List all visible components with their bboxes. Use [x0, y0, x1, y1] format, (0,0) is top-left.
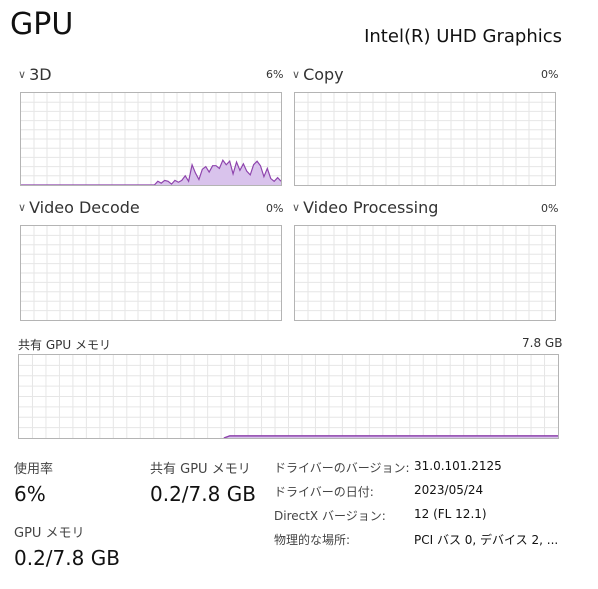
utilization-label: 使用率	[14, 462, 54, 477]
physical-location-label: 物理的な場所:	[274, 533, 351, 547]
gpu-memory-label: GPU メモリ	[14, 526, 85, 541]
shared-memory-graph	[18, 354, 559, 439]
engine-3d-percent: 6%	[266, 68, 284, 81]
engine-video-decode-graph	[20, 225, 282, 321]
chevron-down-icon: ∨	[292, 201, 301, 214]
shared-memory-label: 共有 GPU メモリ	[150, 462, 251, 477]
engine-video-decode-selector[interactable]: ∨ Video Decode	[18, 198, 140, 217]
engine-copy-label: Copy	[303, 65, 344, 84]
engine-video-decode-label: Video Decode	[29, 198, 140, 217]
chevron-down-icon: ∨	[18, 201, 27, 214]
engine-3d-graph	[20, 92, 282, 186]
driver-version-value: 31.0.101.2125	[414, 459, 502, 473]
engine-copy-graph	[294, 92, 556, 186]
driver-date-label: ドライバーの日付:	[274, 485, 374, 499]
physical-location-value: PCI バス 0, デバイス 2, ...	[414, 533, 559, 547]
engine-video-decode-percent: 0%	[266, 202, 284, 215]
engine-copy-selector[interactable]: ∨ Copy	[292, 65, 344, 84]
chevron-down-icon: ∨	[18, 68, 27, 81]
driver-date-value: 2023/05/24	[414, 483, 484, 497]
utilization-value: 6%	[14, 482, 46, 506]
engine-copy-percent: 0%	[541, 68, 559, 81]
engine-3d-selector[interactable]: ∨ 3D	[18, 65, 52, 84]
engine-video-processing-percent: 0%	[541, 202, 559, 215]
engine-video-processing-selector[interactable]: ∨ Video Processing	[292, 198, 438, 217]
shared-memory-value: 0.2/7.8 GB	[150, 482, 256, 506]
device-name: Intel(R) UHD Graphics	[364, 26, 562, 47]
chevron-down-icon: ∨	[292, 68, 301, 81]
engine-3d-label: 3D	[29, 65, 52, 84]
shared-memory-graph-label: 共有 GPU メモリ	[18, 338, 111, 352]
directx-version-value: 12 (FL 12.1)	[414, 507, 487, 521]
driver-version-label: ドライバーのバージョン:	[274, 461, 410, 475]
engine-video-processing-label: Video Processing	[303, 198, 439, 217]
shared-memory-graph-max: 7.8 GB	[522, 336, 563, 350]
engine-video-processing-graph	[294, 225, 556, 321]
gpu-memory-value: 0.2/7.8 GB	[14, 546, 120, 570]
directx-version-label: DirectX バージョン:	[274, 509, 386, 523]
page-title: GPU	[10, 7, 74, 42]
